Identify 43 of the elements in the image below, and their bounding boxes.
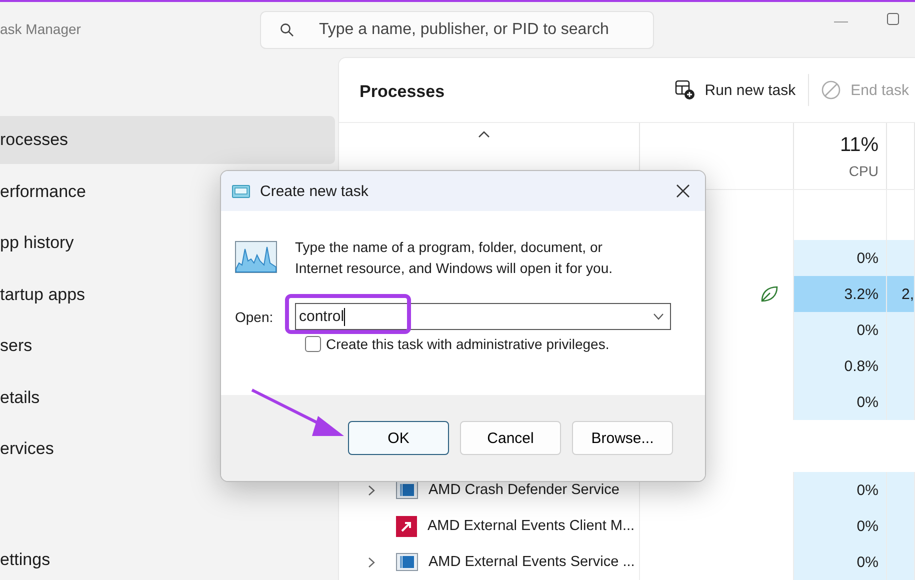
sort-caret-icon[interactable] bbox=[478, 131, 490, 138]
search-icon bbox=[280, 22, 294, 36]
cpu-cell: 0% bbox=[794, 240, 888, 276]
table-cell bbox=[887, 312, 915, 348]
search-field[interactable]: Type a name, publisher, or PID to search bbox=[260, 10, 654, 48]
process-name: AMD Crash Defender Service bbox=[428, 482, 620, 498]
table-cell: 2, bbox=[887, 276, 915, 312]
minimize-icon[interactable] bbox=[834, 21, 848, 23]
browse-button[interactable]: Browse... bbox=[572, 421, 673, 455]
checkbox-label: Create this task with administrative privileges. bbox=[326, 336, 610, 352]
cpu-cell: 0% bbox=[794, 312, 888, 348]
expand-chevron-icon[interactable] bbox=[367, 556, 376, 568]
maximize-icon[interactable] bbox=[887, 13, 899, 25]
panel-title: Processes bbox=[359, 82, 445, 102]
cpu-cell: 0% bbox=[794, 384, 888, 420]
sidebar-item[interactable]: rocesses bbox=[0, 116, 335, 164]
app-icon bbox=[396, 516, 418, 536]
open-label: Open: bbox=[235, 308, 274, 324]
dialog-title: Create new task bbox=[260, 182, 368, 200]
admin-checkbox[interactable] bbox=[305, 336, 321, 352]
sidebar-item[interactable]: ettings bbox=[0, 540, 335, 580]
cpu-cell: 0% bbox=[794, 544, 888, 580]
window-icon bbox=[232, 184, 250, 198]
cpu-cell: 0% bbox=[794, 472, 888, 508]
column-header[interactable]: CPU bbox=[848, 162, 878, 178]
cancel-button[interactable]: Cancel bbox=[460, 421, 561, 455]
dialog-message: Type the name of a program, folder, document, or Internet resource, and Windows will open it for you. bbox=[295, 238, 612, 278]
chart-icon bbox=[235, 241, 277, 273]
dropdown-chevron-icon[interactable] bbox=[653, 313, 664, 320]
prohibited-icon bbox=[820, 80, 841, 100]
cpu-total: 11% bbox=[840, 134, 878, 156]
add-window-icon bbox=[674, 80, 695, 100]
process-name: AMD External Events Client M... bbox=[427, 518, 635, 534]
window-title: ask Manager bbox=[0, 20, 82, 36]
process-name: AMD External Events Service ... bbox=[428, 554, 635, 570]
service-icon bbox=[396, 553, 418, 571]
run-task-button[interactable]: Run new task bbox=[662, 76, 808, 104]
cpu-cell: 0.8% bbox=[794, 348, 888, 384]
ok-button[interactable]: OK bbox=[348, 421, 449, 455]
expand-chevron-icon[interactable] bbox=[367, 484, 376, 496]
cpu-cell: 0% bbox=[794, 508, 888, 544]
cpu-cell: 3.2% bbox=[794, 276, 888, 312]
close-icon[interactable] bbox=[676, 184, 690, 198]
